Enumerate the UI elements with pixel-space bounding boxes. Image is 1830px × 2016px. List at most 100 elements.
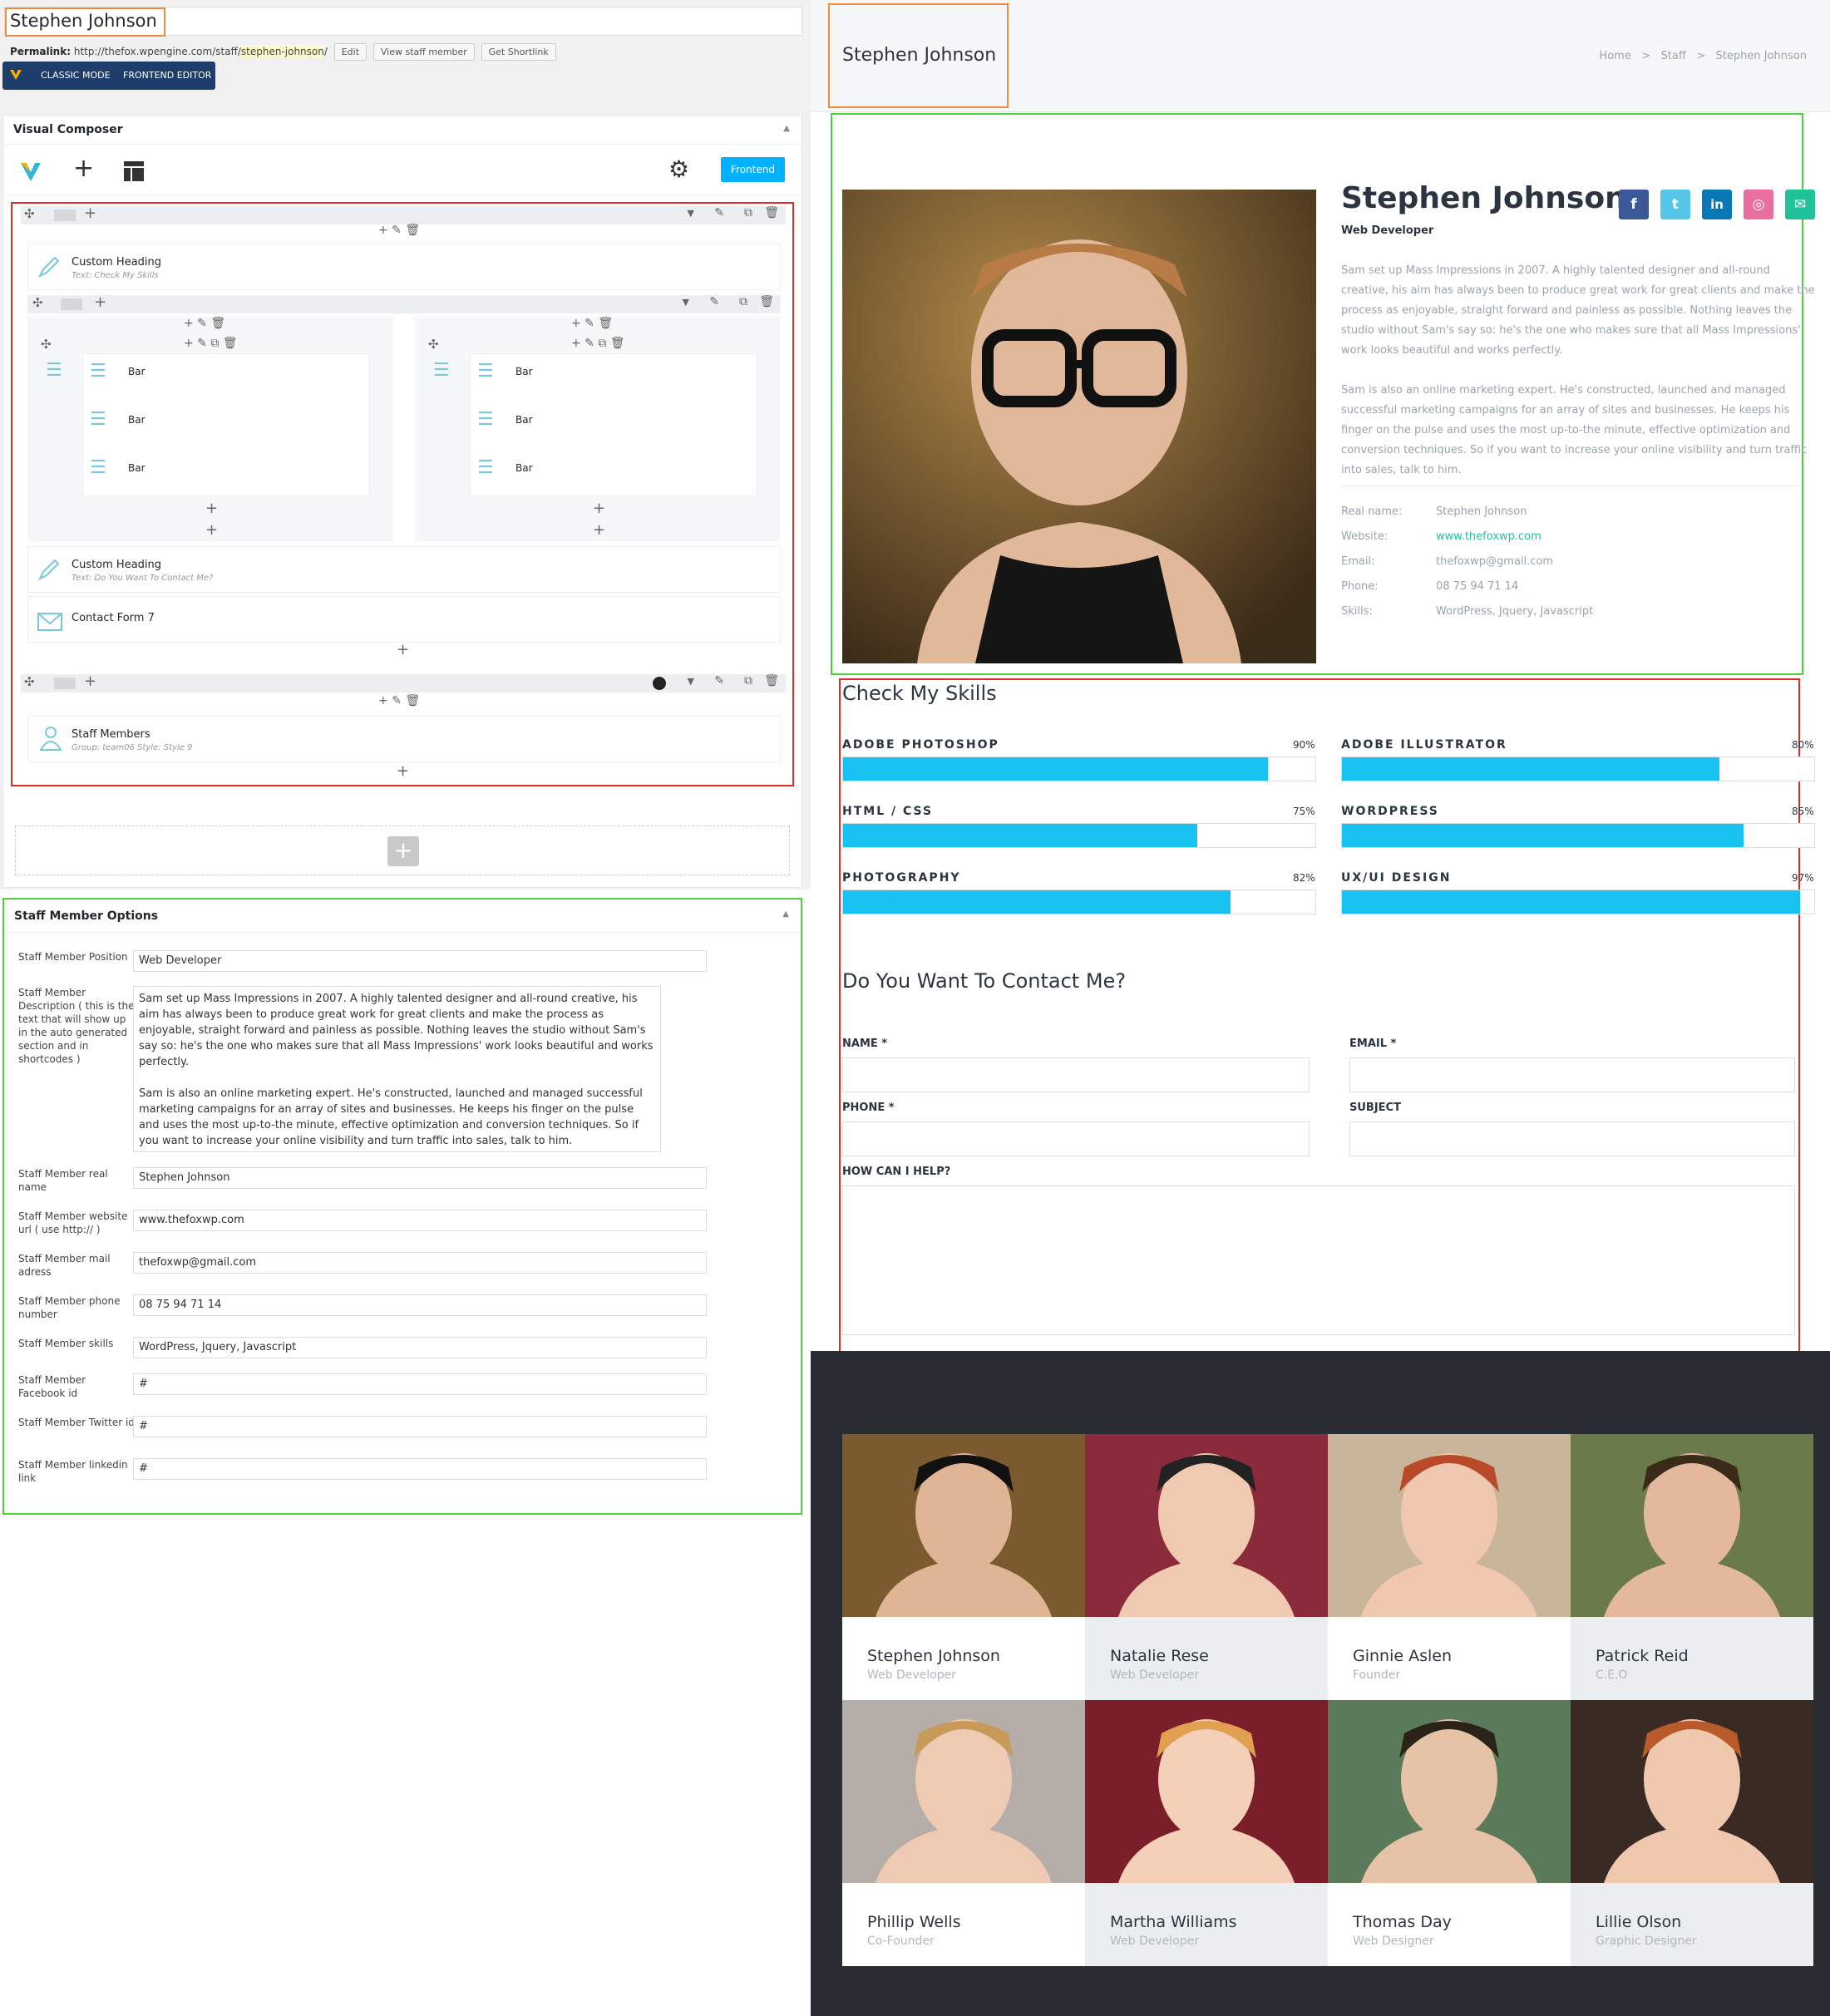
bar-element-5[interactable]: Bar	[515, 414, 533, 426]
custom-heading-element-1[interactable]: Custom Heading Text: Check My Skills	[27, 244, 781, 290]
permalink-edit-button[interactable]: Edit	[333, 43, 367, 61]
bar-element-4[interactable]: Bar	[515, 366, 533, 377]
team-member-card[interactable]: Patrick Reid C.E.O	[1571, 1434, 1813, 1700]
team-member-card[interactable]: Thomas Day Web Designer	[1328, 1700, 1571, 1966]
subject-field[interactable]	[1349, 1121, 1795, 1156]
breadcrumb-home-link[interactable]: Home	[1599, 50, 1630, 62]
templates-icon[interactable]	[123, 160, 145, 182]
add-row-plus-icon[interactable]: +	[387, 836, 419, 866]
delete-inner-row-icon[interactable]: 🗑	[759, 295, 774, 308]
add-row-dropzone[interactable]: +	[15, 826, 790, 875]
team-member-name[interactable]: Phillip Wells	[867, 1913, 961, 1931]
clone-row-icon[interactable]: ⧉	[744, 674, 752, 688]
linkedin-input[interactable]: #	[133, 1458, 707, 1480]
move-row-icon[interactable]: ✣	[24, 206, 35, 221]
contact-form-element[interactable]: Contact Form 7	[27, 596, 781, 643]
add-to-column-icon[interactable]: +	[205, 521, 218, 539]
add-element-row2-icon[interactable]: +	[397, 762, 409, 780]
vc-brand-icon[interactable]	[18, 159, 43, 184]
email-icon[interactable]: ✉	[1785, 190, 1815, 219]
frontend-button[interactable]: Frontend	[721, 157, 785, 182]
row-toggle-icon[interactable]: ▼	[688, 208, 694, 219]
move-inner-row-icon[interactable]: ✣	[32, 295, 43, 310]
team-member-card[interactable]: Martha Williams Web Developer	[1085, 1700, 1328, 1966]
column-right-controls-icon[interactable]: + ✎ 🗑	[571, 317, 613, 330]
delete-row-icon[interactable]: 🗑	[764, 206, 779, 219]
team-member-name[interactable]: Martha Williams	[1110, 1913, 1237, 1931]
add-inner-column-icon[interactable]: +	[94, 293, 106, 311]
move-column-icon[interactable]: ✣	[41, 337, 52, 352]
add-column-icon[interactable]: +	[84, 673, 96, 690]
collapse-arrow-icon[interactable]: ▲	[783, 124, 790, 133]
settings-gear-icon[interactable]: ⚙	[668, 155, 689, 183]
team-member-card[interactable]: Natalie Rese Web Developer	[1085, 1434, 1328, 1700]
row-layout-icon[interactable]	[54, 678, 76, 689]
bar-element-3[interactable]: Bar	[128, 462, 146, 474]
clone-row-icon[interactable]: ⧉	[744, 206, 752, 219]
description-textarea[interactable]: Sam set up Mass Impressions in 2007. A h…	[133, 986, 661, 1152]
phone-field[interactable]	[842, 1121, 1310, 1156]
mail-input[interactable]: thefoxwp@gmail.com	[133, 1252, 707, 1274]
post-title-input[interactable]: Stephen Johnson	[4, 7, 802, 37]
delete-row-icon[interactable]: 🗑	[764, 674, 779, 688]
twitter-icon[interactable]: t	[1660, 190, 1690, 219]
add-to-group-icon[interactable]: +	[593, 500, 605, 517]
view-staff-button[interactable]: View staff member	[372, 43, 475, 61]
column-left-controls2-icon[interactable]: + ✎ ⧉ 🗑	[184, 337, 238, 350]
team-member-card[interactable]: Stephen Johnson Web Developer	[842, 1434, 1085, 1700]
team-member-name[interactable]: Patrick Reid	[1596, 1647, 1689, 1665]
website-input[interactable]: www.thefoxwp.com	[133, 1210, 707, 1231]
row-color-swatch[interactable]	[653, 677, 666, 690]
breadcrumb-staff-link[interactable]: Staff	[1661, 50, 1686, 62]
dribbble-icon[interactable]: ◎	[1744, 190, 1773, 219]
phone-input[interactable]: 08 75 94 71 14	[133, 1294, 707, 1316]
team-member-card[interactable]: Ginnie Aslen Founder	[1328, 1434, 1571, 1700]
frontend-editor-button[interactable]: FRONTEND EDITOR	[123, 70, 211, 81]
get-shortlink-button[interactable]: Get Shortlink	[481, 43, 556, 61]
move-row-icon[interactable]: ✣	[24, 674, 35, 689]
add-to-column-icon[interactable]: +	[593, 521, 605, 539]
team-member-name[interactable]: Thomas Day	[1353, 1913, 1452, 1931]
permalink-slug[interactable]: stephen-johnson	[240, 46, 324, 57]
add-element-icon[interactable]: +	[73, 154, 94, 183]
name-field[interactable]	[842, 1057, 1310, 1092]
help-textarea[interactable]	[842, 1185, 1795, 1335]
inner-row-layout-icon[interactable]	[61, 298, 82, 310]
add-column-icon[interactable]: +	[84, 205, 96, 222]
position-input[interactable]: Web Developer	[133, 950, 707, 972]
linkedin-icon[interactable]: in	[1702, 190, 1732, 219]
real-name-input[interactable]: Stephen Johnson	[133, 1167, 707, 1189]
clone-inner-row-icon[interactable]: ⧉	[739, 295, 747, 308]
team-member-name[interactable]: Lillie Olson	[1596, 1913, 1681, 1931]
add-to-group-icon[interactable]: +	[205, 500, 218, 517]
staff-members-element[interactable]: Staff Members Group: team06 Style: Style…	[27, 716, 781, 762]
team-member-name[interactable]: Stephen Johnson	[867, 1647, 1000, 1665]
row-layout-icon[interactable]	[54, 209, 76, 221]
team-member-card[interactable]: Lillie Olson Graphic Designer	[1571, 1700, 1813, 1966]
team-member-name[interactable]: Natalie Rese	[1110, 1647, 1209, 1665]
bar-element-1[interactable]: Bar	[128, 366, 146, 377]
move-column-icon[interactable]: ✣	[428, 337, 439, 352]
edit-row-icon[interactable]: ✎	[714, 206, 724, 219]
inner-row-toggle-icon[interactable]: ▼	[683, 297, 689, 308]
email-field[interactable]	[1349, 1057, 1795, 1092]
edit-row-icon[interactable]: ✎	[714, 674, 724, 688]
add-element-row1-icon[interactable]: +	[397, 641, 409, 658]
column-left-controls-icon[interactable]: + ✎ 🗑	[184, 317, 225, 330]
bar-element-2[interactable]: Bar	[128, 414, 146, 426]
bar-element-6[interactable]: Bar	[515, 462, 533, 474]
column-right-controls2-icon[interactable]: + ✎ ⧉ 🗑	[571, 337, 625, 350]
team-member-card[interactable]: Phillip Wells Co-Founder	[842, 1700, 1085, 1966]
custom-heading-element-2[interactable]: Custom Heading Text: Do You Want To Cont…	[27, 546, 781, 593]
column-controls-icon[interactable]: + ✎ 🗑	[378, 694, 420, 707]
classic-mode-button[interactable]: CLASSIC MODE	[41, 70, 111, 81]
column-controls-icon[interactable]: + ✎ 🗑	[378, 224, 420, 237]
row-toggle-icon[interactable]: ▼	[688, 676, 694, 687]
facebook-icon[interactable]: f	[1619, 190, 1649, 219]
edit-inner-row-icon[interactable]: ✎	[709, 295, 719, 308]
facebook-input[interactable]: #	[133, 1373, 707, 1395]
twitter-input[interactable]: #	[133, 1416, 707, 1437]
team-member-name[interactable]: Ginnie Aslen	[1353, 1647, 1452, 1665]
collapse-arrow-icon[interactable]: ▲	[782, 909, 789, 919]
skills-input[interactable]: WordPress, Jquery, Javascript	[133, 1337, 707, 1358]
